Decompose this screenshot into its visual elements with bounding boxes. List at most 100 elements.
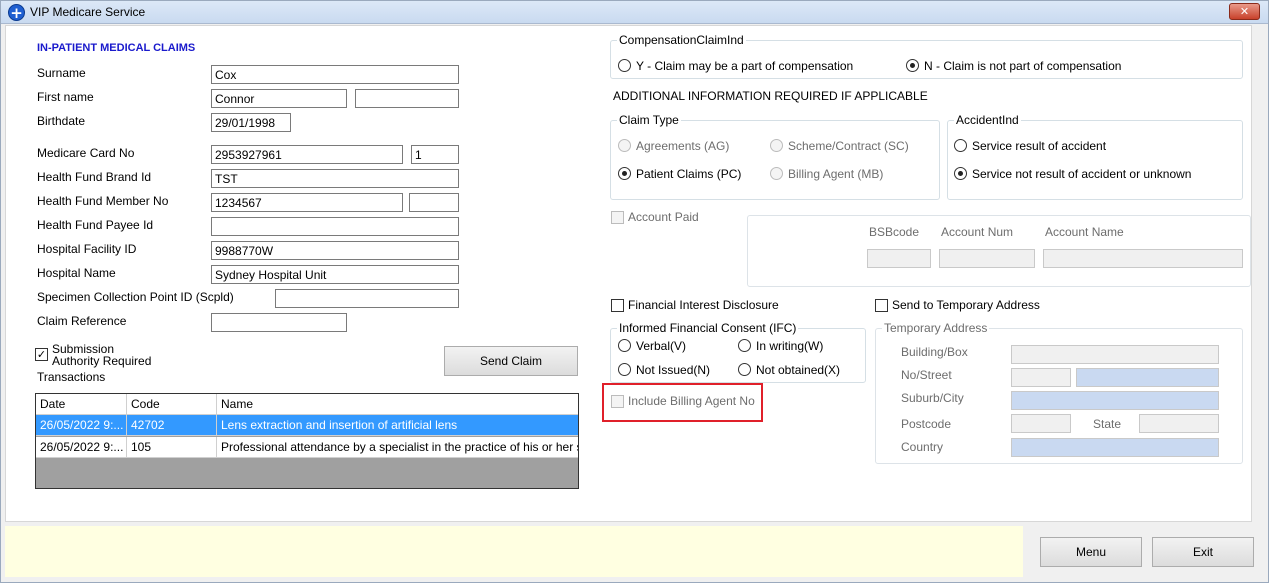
accident-no-radio[interactable]: [954, 167, 967, 180]
exit-button[interactable]: Exit: [1152, 537, 1254, 567]
postcode-label: Postcode: [901, 417, 952, 431]
ifc-verbal-label: Verbal(V): [636, 339, 687, 353]
accident-no-label: Service not result of accident or unknow…: [972, 167, 1192, 181]
medicare-label: Medicare Card No: [37, 146, 135, 160]
table-row[interactable]: 26/05/2022 9:... 105 Professional attend…: [36, 437, 578, 458]
secondname-input[interactable]: [355, 89, 459, 108]
street-label: No/Street: [901, 368, 952, 382]
hospital-name-label: Hospital Name: [37, 266, 116, 280]
row-name: Professional attendance by a specialist …: [221, 440, 579, 454]
fund-brand-label: Health Fund Brand Id: [37, 170, 152, 184]
menu-button[interactable]: Menu: [1040, 537, 1142, 567]
ifc-not-obtained-label: Not obtained(X): [756, 363, 841, 377]
authority-required-label: Authority Required: [52, 354, 152, 368]
accident-yes-radio[interactable]: [954, 139, 967, 152]
fund-member-extra-input[interactable]: [409, 193, 459, 212]
fund-payee-input[interactable]: [211, 217, 459, 236]
additional-info-heading: ADDITIONAL INFORMATION REQUIRED IF APPLI…: [613, 89, 928, 103]
claim-type-ag-radio[interactable]: [618, 139, 631, 152]
ifc-not-issued-label: Not Issued(N): [636, 363, 711, 377]
table-row[interactable]: 26/05/2022 9:... 42702 Lens extraction a…: [36, 415, 578, 436]
account-num-label: Account Num: [941, 225, 1014, 239]
transactions-label: Transactions: [37, 370, 106, 384]
ifc-writing-label: In writing(W): [756, 339, 824, 353]
suburb-input[interactable]: [1011, 391, 1219, 410]
hospital-name-input[interactable]: Sydney Hospital Unit: [211, 265, 459, 284]
building-label: Building/Box: [901, 345, 968, 359]
claim-ref-label: Claim Reference: [37, 314, 127, 328]
medicare-irn-input[interactable]: 1: [411, 145, 459, 164]
bsb-label: BSBcode: [869, 225, 920, 239]
facility-label: Hospital Facility ID: [37, 242, 137, 256]
row-name: Lens extraction and insertion of artific…: [221, 418, 458, 432]
include-billing-agent-checkbox[interactable]: [611, 395, 624, 408]
compensation-title: CompensationClaimInd: [617, 33, 746, 47]
app-window: + VIP Medicare Service ✕ IN-PATIENT MEDI…: [0, 0, 1269, 583]
postcode-input[interactable]: [1011, 414, 1071, 433]
ifc-writing-radio[interactable]: [738, 339, 751, 352]
row-date: 26/05/2022 9:...: [36, 437, 127, 458]
accident-group: [947, 120, 1243, 200]
close-button[interactable]: ✕: [1229, 3, 1260, 20]
facility-input[interactable]: 9988770W: [211, 241, 459, 260]
claim-type-group: [610, 120, 940, 200]
table-header: Date Code Name: [36, 394, 578, 415]
temp-address-title: Temporary Address: [882, 321, 990, 335]
send-claim-button[interactable]: Send Claim: [444, 346, 578, 376]
header-name[interactable]: Name: [217, 394, 578, 415]
street-input[interactable]: [1076, 368, 1219, 387]
birthdate-input[interactable]: 29/01/1998: [211, 113, 291, 132]
comp-yes-radio[interactable]: [618, 59, 631, 72]
firstname-label: First name: [37, 90, 94, 104]
claim-type-mb-radio[interactable]: [770, 167, 783, 180]
submission-authority-checkbox[interactable]: ✓: [35, 348, 48, 361]
app-plus-icon: +: [8, 4, 25, 21]
fund-brand-input[interactable]: TST: [211, 169, 459, 188]
birthdate-label: Birthdate: [37, 114, 86, 128]
ifc-not-issued-radio[interactable]: [618, 363, 631, 376]
ifc-title: Informed Financial Consent (IFC): [617, 321, 799, 335]
financial-interest-checkbox[interactable]: [611, 299, 624, 312]
financial-interest-label: Financial Interest Disclosure: [628, 298, 779, 312]
surname-label: Surname: [37, 66, 86, 80]
header-date[interactable]: Date: [36, 394, 127, 415]
building-input[interactable]: [1011, 345, 1219, 364]
state-input[interactable]: [1139, 414, 1219, 433]
row-date: 26/05/2022 9:...: [36, 415, 127, 436]
country-label: Country: [901, 440, 944, 454]
claim-ref-input[interactable]: [211, 313, 347, 332]
claim-type-pc-radio[interactable]: [618, 167, 631, 180]
firstname-input[interactable]: Connor: [211, 89, 347, 108]
row-code: 105: [127, 437, 217, 458]
comp-no-label: N - Claim is not part of compensation: [924, 59, 1122, 73]
claim-type-sc-label: Scheme/Contract (SC): [788, 139, 909, 153]
fund-member-label: Health Fund Member No: [37, 194, 169, 208]
comp-no-radio[interactable]: [906, 59, 919, 72]
account-name-input[interactable]: [1043, 249, 1243, 268]
accident-yes-label: Service result of accident: [972, 139, 1107, 153]
suburb-label: Suburb/City: [901, 391, 964, 405]
medicare-input[interactable]: 2953927961: [211, 145, 403, 164]
claim-type-pc-label: Patient Claims (PC): [636, 167, 742, 181]
include-billing-agent-label: Include Billing Agent No: [628, 394, 755, 408]
state-label: State: [1093, 417, 1122, 431]
specimen-input[interactable]: [275, 289, 459, 308]
form-heading: IN-PATIENT MEDICAL CLAIMS: [37, 42, 196, 54]
surname-input[interactable]: Cox: [211, 65, 459, 84]
street-number-input[interactable]: [1011, 368, 1071, 387]
account-paid-label: Account Paid: [628, 210, 699, 224]
bsb-input[interactable]: [867, 249, 931, 268]
ifc-not-obtained-radio[interactable]: [738, 363, 751, 376]
account-num-input[interactable]: [939, 249, 1035, 268]
ifc-verbal-radio[interactable]: [618, 339, 631, 352]
specimen-label: Specimen Collection Point ID (Scpld): [37, 290, 234, 304]
row-code: 42702: [127, 415, 217, 436]
country-input[interactable]: [1011, 438, 1219, 457]
account-paid-checkbox[interactable]: [611, 211, 624, 224]
header-code[interactable]: Code: [127, 394, 217, 415]
claim-type-sc-radio[interactable]: [770, 139, 783, 152]
claim-type-ag-label: Agreements (AG): [636, 139, 730, 153]
temp-address-label: Send to Temporary Address: [892, 298, 1040, 312]
temp-address-checkbox[interactable]: [875, 299, 888, 312]
fund-member-input[interactable]: 1234567: [211, 193, 403, 212]
